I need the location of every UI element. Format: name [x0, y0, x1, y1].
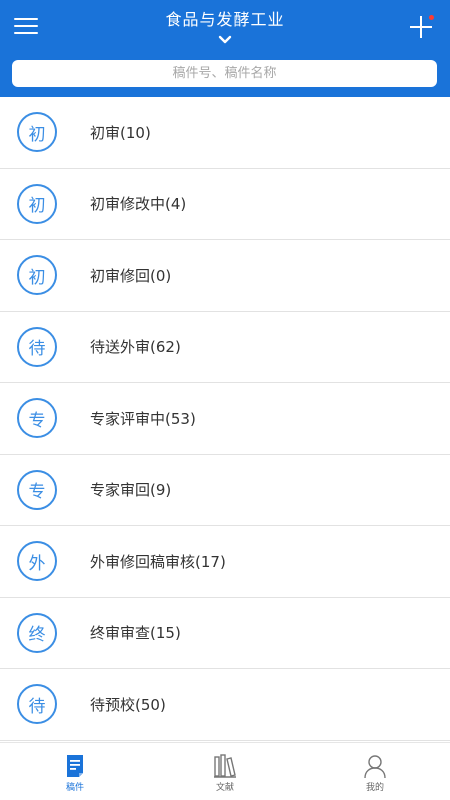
document-icon [67, 755, 83, 777]
list-item-pending-external-review[interactable]: 待 待送外审(62) [0, 311, 450, 383]
tab-literature[interactable]: 文献 [150, 743, 300, 800]
status-badge: 初 [17, 255, 57, 296]
tab-label: 我的 [365, 783, 384, 793]
status-badge: 初 [17, 112, 57, 153]
list-item-label: 待送外审(62) [90, 338, 181, 357]
list-item-label: 初审修回(0) [90, 266, 172, 285]
bottom-tab-bar: 稿件 文献 我的 [0, 742, 450, 800]
status-badge: 待 [17, 684, 57, 725]
notification-dot [429, 15, 434, 20]
list-item-label: 初审修改中(4) [90, 195, 187, 214]
status-badge: 初 [17, 183, 57, 224]
list-item-label: 终审审查(15) [90, 624, 181, 643]
search-input[interactable] [12, 60, 437, 87]
list-item-label: 待预校(50) [90, 695, 166, 714]
add-icon[interactable] [408, 14, 434, 40]
tab-mine[interactable]: 我的 [300, 743, 450, 800]
status-badge: 专 [17, 398, 57, 439]
page-title: 食品与发酵工业 [165, 10, 285, 29]
list-item-external-revision-audit[interactable]: 外 外审修回稿审核(17) [0, 526, 450, 598]
list-item-label: 外审修回稿审核(17) [90, 552, 226, 571]
list-item-expert-reviewing[interactable]: 专 专家评审中(53) [0, 383, 450, 455]
list-item-first-review-revising[interactable]: 初 初审修改中(4) [0, 168, 450, 240]
user-icon [364, 755, 386, 779]
list-item-expert-returned[interactable]: 专 专家审回(9) [0, 454, 450, 526]
tab-label: 稿件 [65, 783, 84, 793]
tab-manuscripts[interactable]: 稿件 [0, 743, 150, 800]
list-item-label: 初审(10) [90, 123, 151, 142]
manuscript-status-list: 初 初审(10) 初 初审修改中(4) 初 初审修回(0) 待 待送外审(62)… [0, 97, 450, 741]
list-item-label: 专家审回(9) [90, 481, 172, 500]
status-badge: 专 [17, 469, 57, 510]
list-item-label: 专家评审中(53) [90, 409, 196, 428]
list-item-pending-proofread[interactable]: 待 待预校(50) [0, 669, 450, 741]
app-header: 食品与发酵工业 [0, 0, 450, 97]
books-icon [214, 754, 236, 778]
list-item-final-review[interactable]: 终 终审审查(15) [0, 597, 450, 669]
chevron-down-icon[interactable] [217, 34, 233, 46]
tab-label: 文献 [215, 783, 234, 793]
status-badge: 外 [17, 541, 57, 582]
list-item-first-review[interactable]: 初 初审(10) [0, 97, 450, 169]
status-badge: 待 [17, 326, 57, 367]
list-item-first-review-returned[interactable]: 初 初审修回(0) [0, 240, 450, 312]
status-badge: 终 [17, 612, 57, 653]
